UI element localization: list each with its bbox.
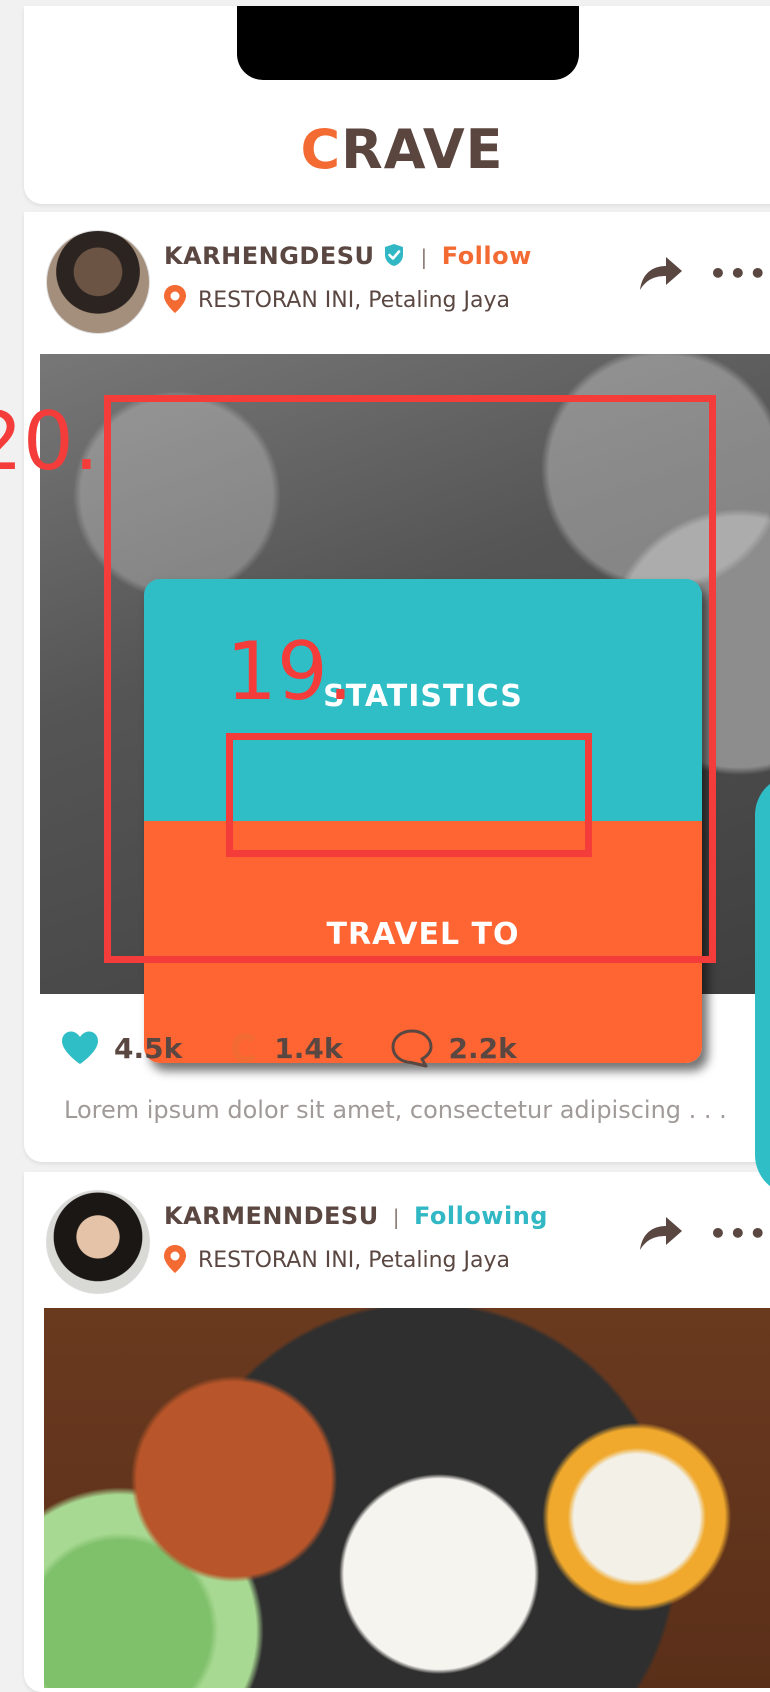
annotation-label-20: 20. <box>0 395 100 488</box>
side-panel-edge[interactable] <box>755 775 770 1195</box>
verified-badge-icon <box>384 244 403 266</box>
engagement-bar: 4.5k 1.4k 2.2k <box>60 1028 565 1068</box>
avatar[interactable] <box>46 230 150 334</box>
annotation-box-popup <box>104 395 716 963</box>
heart-icon <box>62 1031 98 1064</box>
crave-c-icon <box>232 1033 257 1063</box>
comment-button[interactable]: 2.2k <box>390 1028 517 1068</box>
separator: | <box>392 1205 400 1229</box>
username[interactable]: KARHENGDESU <box>164 242 375 270</box>
share-icon[interactable] <box>636 1212 684 1252</box>
more-options-icon[interactable]: ••• <box>709 260 769 288</box>
avatar[interactable] <box>46 1190 150 1294</box>
location[interactable]: RESTORAN INI, Petaling Jaya <box>162 1244 510 1274</box>
crave-count: 1.4k <box>274 1031 343 1065</box>
follow-button[interactable]: Follow <box>442 242 532 270</box>
post-header-user: KARHENGDESU | Follow <box>164 242 532 270</box>
following-button[interactable]: Following <box>414 1202 548 1230</box>
username[interactable]: KARMENNDESU <box>164 1202 379 1230</box>
annotation-box-travel <box>226 733 592 857</box>
crave-logo[interactable]: CRAVE <box>20 118 770 181</box>
comment-count: 2.2k <box>448 1031 517 1065</box>
crave-button[interactable]: 1.4k <box>230 1031 342 1065</box>
logo-letter-c: C <box>300 118 342 181</box>
location-text: RESTORAN INI, Petaling Jaya <box>198 288 510 313</box>
location[interactable]: RESTORAN INI, Petaling Jaya <box>162 284 510 314</box>
location-text: RESTORAN INI, Petaling Jaya <box>198 1248 510 1273</box>
location-pin-icon <box>164 285 186 313</box>
post-caption[interactable]: Lorem ipsum dolor sit amet, consectetur … <box>64 1096 770 1124</box>
post-photo[interactable] <box>44 1308 770 1688</box>
post-header-user: KARMENNDESU | Following <box>164 1202 548 1230</box>
location-pin-icon <box>164 1245 186 1273</box>
annotation-label-19: 19. <box>226 625 354 718</box>
logo-text: RAVE <box>341 118 504 181</box>
phone-notch <box>237 6 579 80</box>
share-icon[interactable] <box>636 252 684 292</box>
more-options-icon[interactable]: ••• <box>709 1220 769 1248</box>
like-button[interactable]: 4.5k <box>60 1030 182 1066</box>
separator: | <box>420 245 428 269</box>
comment-bubble-icon <box>391 1029 433 1068</box>
feed-post: KARMENNDESU | Following RESTORAN INI, Peta… <box>24 1172 770 1692</box>
like-count: 4.5k <box>114 1031 183 1065</box>
